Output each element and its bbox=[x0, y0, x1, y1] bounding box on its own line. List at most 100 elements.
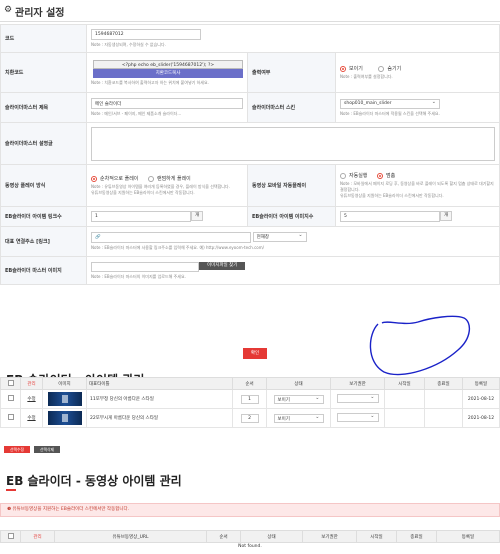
edit-link-text[interactable]: 수정 bbox=[27, 416, 35, 421]
col-end: 종료일 bbox=[424, 377, 463, 390]
skin-cell: shop010_main_slider Note : EB슬라이더 마스터에 적… bbox=[335, 92, 500, 123]
item-image-cell: 5개 bbox=[335, 206, 500, 227]
checkbox[interactable] bbox=[7, 414, 14, 420]
output-cell: 보이기 숨기기 Note : 출력여부를 설정합니다. bbox=[335, 52, 500, 93]
radio-off-icon bbox=[378, 65, 385, 72]
settings-form: 코드 1594687012 Note : 자동생성되며, 수정하실 수 없습니다… bbox=[0, 24, 500, 285]
skin-label: 슬라이더마스터 스킨 bbox=[247, 92, 336, 123]
title-input[interactable]: 메인 슬라이더 bbox=[91, 98, 243, 109]
edit-link[interactable]: 수정 bbox=[20, 408, 43, 428]
status-cell: 보이기 bbox=[266, 408, 331, 428]
radio-on-icon bbox=[377, 172, 383, 179]
video-play-seq-radio[interactable]: 순차적으로 플레이 bbox=[91, 175, 138, 182]
skin-code-box[interactable]: <?php echo eb_slider('1594687012'); ?> bbox=[93, 59, 243, 69]
mobile-play-note2: 유튜브동영상을 지원하는 EB슬라이더 스킨에서만 작동합니다. bbox=[340, 193, 444, 198]
edit-link-text[interactable]: 수정 bbox=[27, 397, 35, 402]
description-label: 슬라이더마스터 설명글 bbox=[0, 122, 87, 165]
select-all-header[interactable] bbox=[0, 377, 21, 390]
status-select[interactable]: 보이기 bbox=[273, 394, 324, 404]
order-cell: 2 bbox=[232, 408, 267, 428]
order-cell: 1 bbox=[232, 389, 267, 409]
output-hide-label: 숨기기 bbox=[387, 66, 402, 72]
radio-on-icon bbox=[340, 65, 346, 72]
table-row: 수정 22또부시게 아름다운 당신의 스타일 2 보이기 2021-08-12 bbox=[0, 408, 500, 428]
checkbox[interactable] bbox=[7, 379, 14, 386]
col-order: 순서 bbox=[206, 530, 241, 543]
section-underline bbox=[6, 489, 16, 491]
checkbox[interactable] bbox=[7, 395, 14, 401]
edit-selected-button[interactable]: 선택수정 bbox=[4, 446, 30, 453]
description-cell bbox=[86, 122, 500, 165]
col-manage: 관리 bbox=[20, 377, 43, 390]
video-notice-text: 유튜브동영상을 지원하는 EB슬라이더 스킨에서만 작동합니다. bbox=[12, 507, 130, 512]
output-label: 출력여부 bbox=[247, 52, 336, 93]
radio-off-icon bbox=[147, 175, 154, 182]
rep-link-cell: 🔗 현재창 Note : EB슬라이더 마스터에 사용할 링크주소를 입력해 주… bbox=[86, 226, 500, 257]
checkbox[interactable] bbox=[7, 532, 14, 539]
video-play-random-radio[interactable]: 랜덤하게 플레이 bbox=[147, 175, 191, 182]
title-note: Note : 메인/서브 - 페이지, 메인 제품소개 슬라이더... bbox=[91, 111, 182, 116]
empty-row: Not found. bbox=[238, 544, 262, 549]
mobile-play-cell: 자동실행 멈춤 Note : 모바일에서 페이지 로딩 후, 동영상을 바로 플… bbox=[335, 164, 500, 207]
output-hide-radio[interactable]: 숨기기 bbox=[378, 65, 402, 72]
item-link-unit: 개 bbox=[191, 211, 204, 221]
col-title: 대표타이틀 bbox=[86, 377, 233, 390]
col-start: 시작일 bbox=[384, 377, 425, 390]
mobile-stop-radio[interactable]: 멈춤 bbox=[377, 172, 395, 179]
copy-code-button[interactable]: 치환코드복사 bbox=[93, 68, 243, 78]
mobile-auto-radio[interactable]: 자동실행 bbox=[340, 172, 368, 179]
item-image-label: EB슬라이더 아이템 이미지수 bbox=[247, 206, 336, 227]
status-cell: 보이기 bbox=[266, 389, 331, 409]
code-label: 코드 bbox=[0, 24, 87, 53]
col-manage: 관리 bbox=[20, 530, 55, 543]
view-cell bbox=[330, 408, 385, 428]
item-image-input[interactable]: 5 bbox=[340, 211, 440, 222]
item-thumbnail bbox=[47, 392, 82, 406]
skin-code-cell: <?php echo eb_slider('1594687012'); ?> 치… bbox=[86, 52, 248, 93]
item-link-cell: 1개 bbox=[86, 206, 248, 227]
item-title: 11또부정 당신의 아름다운 스타일 bbox=[86, 389, 233, 409]
item-link-input[interactable]: 1 bbox=[91, 211, 191, 222]
mobile-auto-label: 자동실행 bbox=[349, 173, 368, 179]
video-play-random-label: 랜덤하게 플레이 bbox=[156, 176, 191, 182]
col-date: 등록일 bbox=[436, 530, 500, 543]
link-target-select[interactable]: 현재창 bbox=[252, 232, 307, 242]
delete-selected-button[interactable]: 선택삭제 bbox=[34, 446, 60, 453]
video-table: 관리 유튜브동영상_URL 순서 상태 보기권한 시작일 종료일 등록일 Not… bbox=[0, 530, 500, 553]
radio-off-icon bbox=[340, 172, 346, 179]
code-field: 1594687012 bbox=[91, 29, 201, 40]
output-show-label: 보이기 bbox=[349, 66, 363, 72]
order-input[interactable]: 2 bbox=[240, 413, 259, 423]
col-date: 등록일 bbox=[462, 377, 500, 390]
status-select[interactable]: 보이기 bbox=[273, 413, 324, 423]
order-input[interactable]: 1 bbox=[240, 394, 259, 404]
video-play-note2: 유튜브동영상을 지원하는 EB슬라이더 스킨에서만 작동합니다. bbox=[91, 190, 195, 195]
title-cell: 메인 슬라이더 Note : 메인/서브 - 페이지, 메인 제품소개 슬라이더… bbox=[86, 92, 248, 123]
start-cell bbox=[384, 408, 425, 428]
section-header: ⚙ 관리자 설정 bbox=[0, 0, 500, 22]
view-select[interactable] bbox=[336, 393, 379, 403]
confirm-button[interactable]: 확인 bbox=[243, 348, 267, 359]
col-view: 보기권한 bbox=[330, 377, 385, 390]
col-status: 상태 bbox=[240, 530, 303, 543]
rep-link-note: Note : EB슬라이더 마스터에 사용할 링크주소를 입력해 주세요. 예)… bbox=[91, 245, 264, 250]
description-textarea[interactable] bbox=[91, 126, 495, 161]
row-check[interactable] bbox=[0, 408, 21, 428]
view-select[interactable] bbox=[336, 412, 379, 422]
file-find-button[interactable]: 이미지파일 찾기 bbox=[199, 261, 246, 270]
col-start: 시작일 bbox=[356, 530, 397, 543]
image-cell bbox=[42, 389, 87, 409]
col-image: 이미지 bbox=[42, 377, 87, 390]
edit-link[interactable]: 수정 bbox=[20, 389, 43, 409]
rep-link-label: 대표 연결주소 [링크] bbox=[0, 226, 87, 257]
image-cell bbox=[42, 408, 87, 428]
output-show-radio[interactable]: 보이기 bbox=[340, 65, 363, 72]
select-all-header[interactable] bbox=[0, 530, 21, 543]
master-image-note: Note : EB슬라이더 마스터의 이미지를 업로드해 주세요. bbox=[91, 273, 186, 279]
skin-select[interactable]: shop010_main_slider bbox=[340, 98, 440, 109]
row-check[interactable] bbox=[0, 389, 21, 409]
skin-code-note: Note : 치환코드를 복사하여 출력하고자 하는 위치에 붙여넣기 하세요. bbox=[91, 79, 209, 85]
rep-link-input[interactable]: 🔗 bbox=[91, 232, 251, 243]
link-icon: 🔗 bbox=[95, 235, 101, 240]
file-path-input[interactable] bbox=[91, 261, 199, 272]
